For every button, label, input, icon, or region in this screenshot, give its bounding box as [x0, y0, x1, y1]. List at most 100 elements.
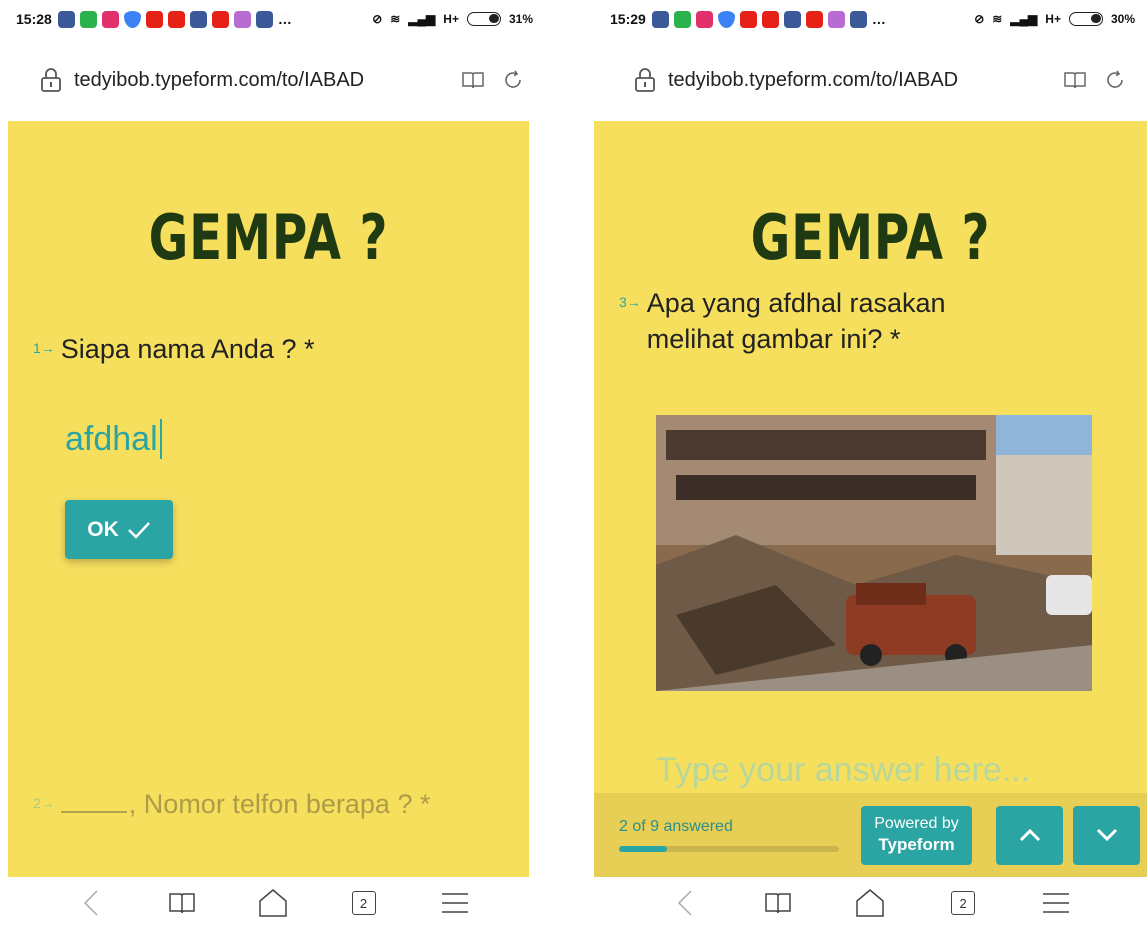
url-text[interactable]: tedyibob.typeform.com/to/IABAD: [668, 69, 1047, 92]
book-icon: [765, 893, 791, 914]
tabs-button[interactable]: 2: [344, 883, 384, 923]
form-logo: GEMPA ?: [148, 201, 389, 274]
wifi-icon: ≋: [390, 12, 401, 26]
facebook-icon: [783, 10, 801, 28]
question-3: 3→ Apa yang afdhal rasakan melihat gamba…: [619, 285, 946, 358]
system-indicators: ⊘ ≋ ▂▄▆ H+ 30%: [974, 12, 1135, 26]
youtube-icon: [145, 10, 163, 28]
tabs-count: 2: [351, 891, 376, 915]
text-caret: [159, 419, 162, 459]
question-text: Apa yang afdhal rasakan melihat gambar i…: [647, 285, 946, 358]
status-time: 15:29: [610, 11, 646, 27]
form-logo: GEMPA ?: [750, 201, 991, 274]
phone-screen-right: 15:29 … ⊘ ≋ ▂▄▆ H+ 30% tedyibob.typeform…: [594, 0, 1147, 929]
typeform-content: GEMPA ? 3→ Apa yang afdhal rasakan melih…: [594, 121, 1147, 877]
home-icon: [258, 889, 287, 917]
menu-icon: [1042, 893, 1069, 913]
notification-icons: …: [651, 10, 886, 28]
facebook-icon: [849, 10, 867, 28]
tabs-count: 2: [951, 891, 976, 915]
form-footer: 2 of 9 answered Powered by Typeform: [594, 793, 1147, 877]
notification-icons: …: [57, 10, 292, 28]
question-line-2: melihat gambar ini? *: [646, 324, 901, 355]
back-button[interactable]: [665, 883, 705, 923]
address-bar[interactable]: tedyibob.typeform.com/to/IABAD: [40, 58, 525, 102]
powered-by-typeform-button[interactable]: Powered by Typeform: [861, 805, 972, 865]
menu-icon: [441, 893, 468, 913]
ok-label: OK: [87, 517, 119, 541]
tabs-button[interactable]: 2: [943, 883, 983, 923]
system-indicators: ⊘ ≋ ▂▄▆ H+ 31%: [372, 12, 533, 26]
facebook-icon: [57, 10, 75, 28]
question-text: , Nomor telfon berapa ? *: [128, 789, 431, 819]
back-button[interactable]: [71, 883, 111, 923]
more-icon: …: [871, 10, 886, 27]
youtube-icon: [211, 10, 229, 28]
reader-mode-icon[interactable]: [1063, 68, 1087, 92]
question-2: 2→ , Nomor telfon berapa ? *: [33, 786, 430, 822]
home-icon: [856, 889, 885, 917]
more-icon: …: [277, 10, 292, 27]
ok-button[interactable]: OK: [65, 500, 173, 559]
signal-icon: ▂▄▆: [408, 12, 436, 26]
wifi-icon: ≋: [992, 12, 1003, 26]
next-question-button[interactable]: [1073, 805, 1140, 865]
mute-icon: ⊘: [974, 12, 985, 26]
home-button[interactable]: [253, 883, 293, 923]
previous-question-button[interactable]: [996, 805, 1063, 865]
signal-icon: ▂▄▆: [1010, 12, 1038, 26]
answer-input[interactable]: Type your answer here...: [656, 751, 1030, 790]
chevron-down-icon: [1096, 828, 1117, 842]
home-button[interactable]: [850, 883, 890, 923]
instagram-icon: [101, 10, 119, 28]
progress-bar: [619, 846, 839, 852]
status-bar: 15:28 … ⊘ ≋ ▂▄▆ H+ 31%: [0, 0, 545, 38]
reader-mode-icon[interactable]: [461, 68, 485, 92]
phone-icon: [673, 10, 691, 28]
battery-icon: [1068, 12, 1103, 26]
bookmarks-button[interactable]: [162, 883, 202, 923]
reload-icon[interactable]: [1103, 68, 1127, 92]
shield-icon: [123, 10, 141, 28]
book-icon: [168, 893, 195, 914]
facebook-icon: [651, 10, 669, 28]
question-text-wrap: , Nomor telfon berapa ? *: [60, 786, 431, 822]
youtube-icon: [739, 10, 757, 28]
menu-button[interactable]: [1036, 883, 1076, 923]
answer-input[interactable]: afdhal: [65, 419, 162, 459]
progress-fill: [619, 846, 668, 852]
question-line-1: Apa yang afdhal rasakan: [646, 288, 946, 318]
youtube-icon: [761, 10, 779, 28]
status-time: 15:28: [16, 11, 52, 27]
network-type: H+: [443, 12, 459, 26]
back-icon: [83, 890, 98, 916]
back-icon: [678, 890, 692, 916]
bookmarks-button[interactable]: [758, 883, 798, 923]
phone-screen-left: 15:28 … ⊘ ≋ ▂▄▆ H+ 31% tedyibob.typeform…: [0, 0, 545, 929]
network-type: H+: [1045, 12, 1061, 26]
question-1: 1→ Siapa nama Anda ? *: [33, 331, 315, 367]
facebook-icon: [255, 10, 273, 28]
mute-icon: ⊘: [372, 12, 383, 26]
status-bar: 15:29 … ⊘ ≋ ▂▄▆ H+ 30%: [594, 0, 1147, 38]
earthquake-damage-photo: [656, 415, 1092, 691]
battery-level: 31%: [508, 12, 533, 26]
lock-icon: [41, 68, 61, 92]
browser-nav-bar: 2: [594, 877, 1147, 929]
youtube-icon: [167, 10, 185, 28]
battery-level: 30%: [1110, 12, 1135, 26]
name-blank: [60, 789, 127, 813]
youtube-icon: [805, 10, 823, 28]
progress-section: 2 of 9 answered: [619, 818, 839, 852]
reload-icon[interactable]: [501, 68, 525, 92]
menu-button[interactable]: [435, 883, 475, 923]
game-icon: [233, 10, 251, 28]
typeform-content: GEMPA ? 1→ Siapa nama Anda ? * afdhal OK…: [8, 121, 529, 877]
lock-icon: [635, 68, 655, 92]
question-text: Siapa nama Anda ? *: [60, 334, 315, 364]
url-text[interactable]: tedyibob.typeform.com/to/IABAD: [74, 69, 445, 92]
typeform-brand: Typeform: [878, 835, 955, 855]
check-icon: [127, 521, 150, 539]
address-bar[interactable]: tedyibob.typeform.com/to/IABAD: [634, 58, 1127, 102]
shield-icon: [717, 10, 735, 28]
